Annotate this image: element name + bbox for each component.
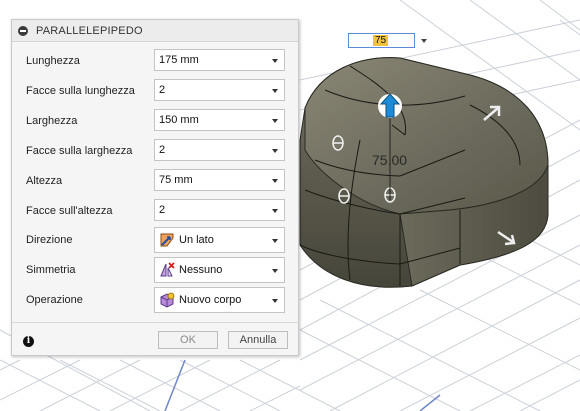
row-height-faces: Facce sull'altezza 2 bbox=[12, 199, 300, 223]
length-value: 175 mm bbox=[159, 54, 199, 66]
cancel-button[interactable]: Annulla bbox=[228, 331, 288, 349]
height-dimension-label: 75.00 bbox=[372, 152, 408, 168]
row-width: Larghezza 150 mm bbox=[12, 109, 300, 133]
input-dropdown-icon[interactable] bbox=[421, 39, 427, 43]
chevron-down-icon[interactable] bbox=[272, 119, 278, 123]
chevron-down-icon[interactable] bbox=[272, 59, 278, 63]
row-direction: Direzione Un lato bbox=[12, 227, 300, 253]
length-field[interactable]: 175 mm bbox=[154, 49, 285, 71]
chevron-down-icon[interactable] bbox=[272, 179, 278, 183]
height-label: Altezza bbox=[26, 175, 63, 187]
width-field[interactable]: 150 mm bbox=[154, 109, 285, 131]
height-faces-value: 2 bbox=[159, 204, 166, 216]
chevron-down-icon[interactable] bbox=[272, 299, 278, 303]
direction-label: Direzione bbox=[26, 234, 73, 246]
row-width-faces: Facce sulla larghezza 2 bbox=[12, 139, 300, 163]
width-faces-field[interactable]: 2 bbox=[154, 139, 285, 161]
width-faces-value: 2 bbox=[159, 144, 166, 156]
direction-value: Un lato bbox=[179, 234, 214, 246]
row-symmetry: Simmetria Nessuno bbox=[12, 257, 300, 283]
height-field[interactable]: 75 mm bbox=[154, 169, 285, 191]
row-height: Altezza 75 mm bbox=[12, 169, 300, 193]
width-label: Larghezza bbox=[26, 115, 78, 127]
one-side-direction-icon bbox=[160, 233, 174, 247]
length-faces-label: Facce sulla lunghezza bbox=[26, 85, 135, 97]
length-faces-value: 2 bbox=[159, 84, 166, 96]
row-length: Lunghezza 175 mm bbox=[12, 49, 300, 73]
dialog-header: PARALLELEPIPEDO bbox=[12, 20, 298, 42]
length-faces-field[interactable]: 2 bbox=[154, 79, 285, 101]
chevron-down-icon[interactable] bbox=[272, 149, 278, 153]
operation-select[interactable]: Nuovo corpo bbox=[154, 287, 285, 313]
chevron-down-icon[interactable] bbox=[272, 209, 278, 213]
grid-axis bbox=[164, 359, 441, 411]
box-dialog: PARALLELEPIPEDO Lunghezza 175 mm Facce s… bbox=[11, 19, 299, 356]
height-value-input[interactable]: 75 bbox=[348, 33, 415, 48]
collapse-icon[interactable] bbox=[18, 26, 28, 36]
symmetry-value: Nessuno bbox=[179, 264, 223, 276]
height-handle-arrow-icon[interactable] bbox=[378, 93, 402, 118]
direction-select[interactable]: Un lato bbox=[154, 227, 285, 253]
box-body[interactable] bbox=[299, 57, 549, 288]
symmetry-select[interactable]: Nessuno bbox=[154, 257, 285, 283]
height-faces-label: Facce sull'altezza bbox=[26, 205, 113, 217]
chevron-down-icon[interactable] bbox=[272, 89, 278, 93]
ok-button[interactable]: OK bbox=[158, 331, 218, 349]
chevron-down-icon[interactable] bbox=[272, 269, 278, 273]
width-faces-label: Facce sulla larghezza bbox=[26, 145, 133, 157]
chevron-down-icon[interactable] bbox=[272, 239, 278, 243]
height-value: 75 mm bbox=[159, 174, 193, 186]
row-operation: Operazione Nuovo corpo bbox=[12, 287, 300, 313]
length-label: Lunghezza bbox=[26, 55, 80, 67]
symmetry-label: Simmetria bbox=[26, 264, 76, 276]
height-faces-field[interactable]: 2 bbox=[154, 199, 285, 221]
info-icon[interactable]: i bbox=[23, 336, 34, 347]
width-value: 150 mm bbox=[159, 114, 199, 126]
row-length-faces: Facce sulla lunghezza 2 bbox=[12, 79, 300, 103]
dialog-title: PARALLELEPIPEDO bbox=[36, 25, 143, 37]
operation-value: Nuovo corpo bbox=[179, 294, 242, 306]
dialog-footer: i OK Annulla bbox=[12, 322, 298, 357]
operation-label: Operazione bbox=[26, 294, 83, 306]
panel-drag-handle[interactable] bbox=[336, 31, 342, 49]
new-body-icon bbox=[160, 292, 175, 308]
no-symmetry-icon bbox=[160, 262, 175, 277]
height-value-text: 75 bbox=[373, 35, 389, 46]
